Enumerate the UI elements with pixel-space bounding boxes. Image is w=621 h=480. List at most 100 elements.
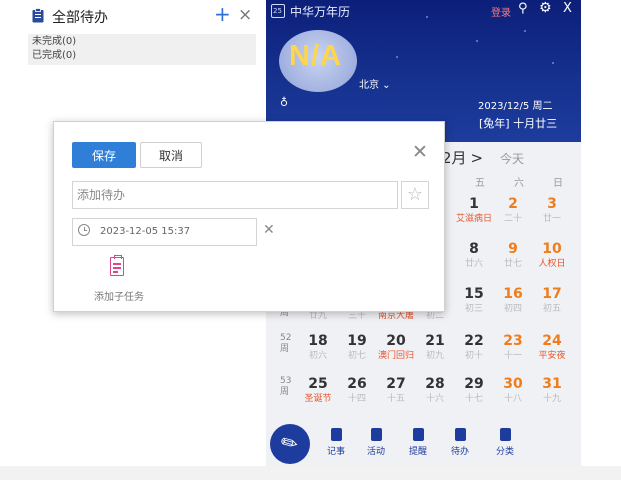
nav-reminders[interactable]: 提醒 [400, 428, 436, 457]
day-number: 3 [547, 196, 557, 212]
week-number: 53 周 [280, 376, 292, 397]
day-number: 16 [503, 286, 523, 302]
star-icon[interactable]: ☆ [401, 181, 429, 209]
day-lunar: 初九 [425, 351, 444, 361]
nav-categories[interactable]: 分类 [487, 428, 523, 457]
datetime-value: 2023-12-05 15:37 [100, 226, 191, 237]
group-complete[interactable]: 已完成(0) [32, 50, 76, 62]
calendar-day[interactable]: 23 十一 [494, 333, 532, 362]
app-window: 全部待办 + × 未完成(0) 已完成(0) 25 中华万年历 登录 ⚲ ⚙ X… [0, 0, 621, 480]
datetime-field[interactable]: 2023-12-05 15:37 [72, 218, 257, 246]
calendar-day[interactable]: 19 初七 [338, 333, 376, 362]
day-number: 18 [308, 333, 328, 349]
nav-reminders-label: 提醒 [408, 447, 427, 457]
day-number: 25 [308, 376, 328, 392]
calendar-day[interactable]: 24 平安夜 [533, 333, 571, 362]
calendar-day[interactable]: 30 十八 [494, 376, 532, 405]
group-incomplete[interactable]: 未完成(0) [32, 36, 76, 48]
clock-icon [78, 224, 90, 236]
day-lunar: 初七 [347, 351, 366, 361]
nav-todos-label: 待办 [450, 447, 469, 457]
day-number: 10 [542, 241, 562, 257]
login-link[interactable]: 登录 [491, 4, 511, 19]
calendar-day[interactable]: 31 十九 [533, 376, 571, 405]
nav-todos[interactable]: 待办 [442, 428, 478, 457]
day-number: 2 [508, 196, 518, 212]
add-subtask-icon[interactable] [110, 255, 124, 276]
calendar-day[interactable]: 21 初九 [416, 333, 454, 362]
notes-icon [330, 428, 342, 441]
calendar-day[interactable]: 28 十六 [416, 376, 454, 405]
today-button[interactable]: 今天 [500, 150, 524, 167]
day-lunar: 初四 [503, 304, 522, 314]
todo-input[interactable] [72, 181, 398, 209]
day-number: 23 [503, 333, 523, 349]
bell-icon [412, 428, 424, 441]
day-lunar: 十四 [347, 394, 366, 404]
nav-events[interactable]: 活动 [358, 428, 394, 457]
save-button[interactable]: 保存 [72, 142, 136, 168]
nav-notes-label: 记事 [326, 447, 345, 457]
day-lunar: 人权日 [538, 259, 566, 269]
close-panel-button[interactable]: × [238, 5, 252, 25]
day-number: 15 [464, 286, 484, 302]
calendar-day[interactable]: 15 初三 [455, 286, 493, 315]
calendar-day[interactable]: 26 十四 [338, 376, 376, 405]
calendar-day[interactable]: 3 廿一 [533, 196, 571, 225]
calendar-bottom-bar: ✎ 记事 活动 提醒 待办 分类 [266, 420, 581, 466]
weekday-sun: 日 [553, 178, 563, 189]
cancel-button[interactable]: 取消 [140, 142, 202, 168]
add-todo-button[interactable]: + [214, 3, 231, 25]
day-lunar: 艾滋病日 [455, 214, 492, 224]
week-number: 52 周 [280, 333, 292, 354]
add-subtask-label[interactable]: 添加子任务 [94, 288, 144, 303]
month-label: 2月 [442, 149, 467, 167]
day-lunar: 初五 [542, 304, 561, 314]
day-lunar: 二十 [503, 214, 522, 224]
day-number: 27 [386, 376, 406, 392]
day-lunar: 十五 [386, 394, 405, 404]
calendar-day[interactable]: 22 初十 [455, 333, 493, 362]
day-lunar: 初十 [464, 351, 483, 361]
calendar-day[interactable]: 27 十五 [377, 376, 415, 405]
calendar-day[interactable]: 2 二十 [494, 196, 532, 225]
todo-header: 全部待办 + × [0, 0, 264, 32]
day-number: 21 [425, 333, 445, 349]
day-number: 26 [347, 376, 367, 392]
calendar-day[interactable]: 16 初四 [494, 286, 532, 315]
compose-button[interactable]: ✎ [270, 424, 310, 464]
calendar-day[interactable]: 9 廿七 [494, 241, 532, 270]
weekday-sat: 六 [514, 178, 524, 189]
day-number: 31 [542, 376, 562, 392]
clipboard-icon [32, 8, 44, 23]
day-number: 20 [386, 333, 406, 349]
calendar-day[interactable]: 29 十七 [455, 376, 493, 405]
nav-notes[interactable]: 记事 [318, 428, 354, 457]
day-number: 29 [464, 376, 484, 392]
next-month-icon[interactable]: > [471, 149, 484, 167]
close-icon[interactable]: X [563, 1, 572, 16]
day-number: 1 [469, 196, 479, 212]
day-number: 22 [464, 333, 484, 349]
calendar-day[interactable]: 25 圣诞节 [299, 376, 337, 405]
clipboard-icon [454, 428, 466, 441]
day-lunar: 十九 [542, 394, 561, 404]
calendar-day[interactable]: 8 廿六 [455, 241, 493, 270]
city-selector[interactable]: 北京 ⌄ [359, 76, 391, 91]
close-icon[interactable]: ✕ [412, 142, 428, 162]
calendar-day[interactable]: 10 人权日 [533, 241, 571, 270]
calendar-app-icon: 25 [271, 4, 285, 18]
thermometer-icon: ♁ [280, 96, 289, 109]
calendar-day[interactable]: 20 澳门回归 [377, 333, 415, 362]
weather-value: N/A [289, 40, 342, 72]
add-todo-dialog: 保存 取消 ✕ ☆ 2023-12-05 15:37 ✕ 添加子任务 [53, 121, 445, 312]
gear-icon[interactable]: ⚙ [539, 0, 552, 16]
calendar-day[interactable]: 18 初六 [299, 333, 337, 362]
calendar-day[interactable]: 17 初五 [533, 286, 571, 315]
lunar-date: [兔年] 十月廿三 [479, 117, 558, 130]
calendar-day[interactable]: 1 艾滋病日 [455, 196, 493, 225]
day-lunar: 廿一 [542, 214, 561, 224]
clear-datetime-icon[interactable]: ✕ [263, 222, 275, 238]
current-date: 2023/12/5 周二 [478, 101, 553, 112]
search-icon[interactable]: ⚲ [518, 1, 528, 16]
